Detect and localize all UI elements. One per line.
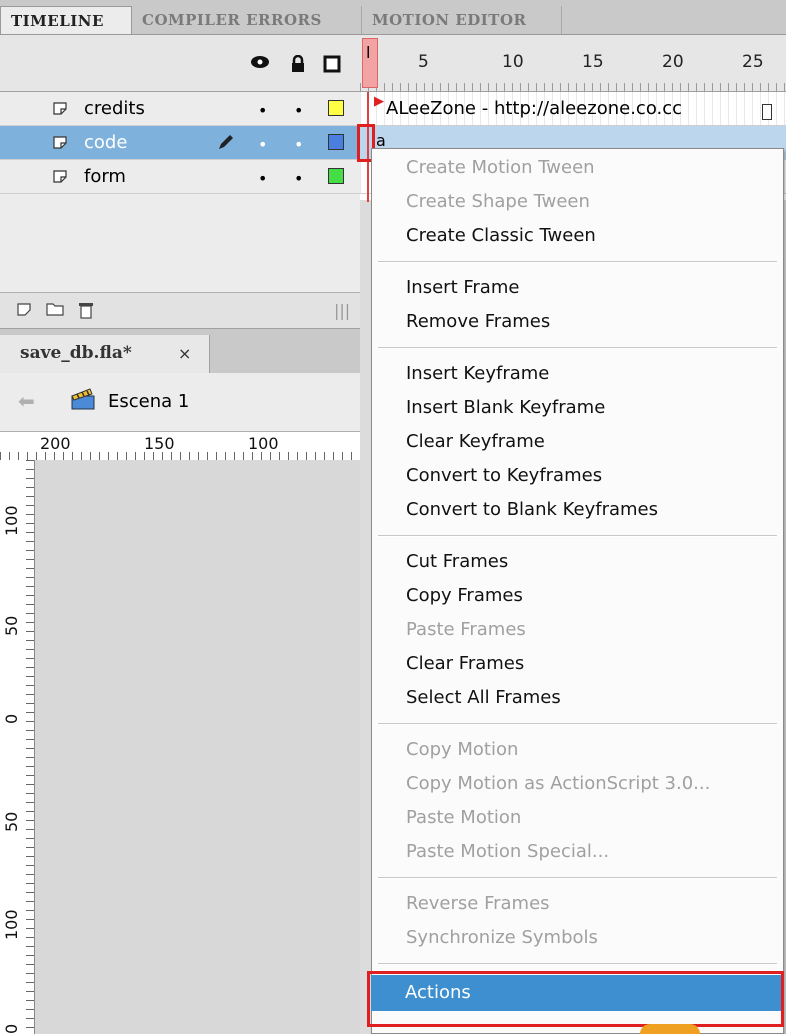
visibility-dot[interactable]: • — [258, 169, 267, 188]
ruler-number: 50 — [2, 615, 21, 636]
document-tab-label: save_db.fla* — [20, 343, 132, 363]
layer-row-form[interactable]: form • • — [0, 160, 360, 194]
menu-item-synchronize-symbols: Synchronize Symbols — [406, 927, 598, 948]
trash-icon[interactable] — [78, 301, 94, 323]
ruler-number: 50 — [2, 811, 21, 832]
ruler-ticks — [26, 460, 34, 1034]
menu-separator — [378, 347, 777, 349]
layer-icon — [52, 100, 68, 116]
layer-header — [0, 35, 360, 92]
new-layer-icon[interactable] — [16, 301, 32, 321]
frame-number: 20 — [662, 52, 684, 72]
visibility-dot[interactable]: • — [258, 101, 267, 120]
frame-number: 10 — [502, 52, 524, 72]
outline-color-swatch[interactable] — [328, 100, 344, 116]
menu-separator — [378, 261, 777, 263]
annotation-highlight-box — [367, 971, 784, 1027]
new-folder-icon[interactable] — [46, 301, 64, 321]
back-arrow-icon[interactable]: ⬅ — [18, 389, 35, 413]
visibility-dot[interactable]: • — [258, 135, 267, 154]
lock-icon[interactable] — [288, 54, 308, 73]
menu-item-insert-keyframe[interactable]: Insert Keyframe — [372, 357, 783, 391]
menu-item-remove-frames[interactable]: Remove Frames — [372, 305, 783, 339]
menu-item-create-classic-tween[interactable]: Create Classic Tween — [372, 219, 783, 253]
ruler-number: 0 — [2, 713, 21, 724]
menu-item-clear-frames[interactable]: Clear Frames — [372, 647, 783, 681]
ruler-ticks — [0, 452, 360, 460]
menu-item-paste-motion-special: Paste Motion Special... — [406, 841, 610, 862]
menu-item-paste-frames: Paste Frames — [406, 619, 526, 640]
layer-name: credits — [84, 98, 145, 119]
menu-item-paste-motion: Paste Motion — [406, 807, 522, 828]
ruler-number: 0 — [2, 1023, 21, 1034]
layer-icon — [52, 134, 68, 150]
lock-dot[interactable]: • — [294, 101, 303, 120]
keyframe-flag-icon: ▶ — [374, 94, 384, 109]
menu-item-reverse-frames: Reverse Frames — [406, 893, 550, 914]
close-icon[interactable]: × — [178, 344, 191, 363]
document-tab-bar: save_db.fla* × — [0, 328, 360, 374]
resize-grip-icon[interactable]: ||| — [334, 301, 350, 320]
stage-canvas[interactable] — [35, 460, 360, 1034]
ruler-number: 200 — [40, 434, 71, 453]
layer-list: credits • • code • • form • • — [0, 92, 360, 292]
menu-item-copy-frames[interactable]: Copy Frames — [372, 579, 783, 613]
lock-dot[interactable]: • — [294, 169, 303, 188]
frame-ruler[interactable]: 5 10 15 20 25 — [360, 35, 786, 92]
frame-number: 5 — [418, 52, 429, 72]
menu-item-insert-blank-keyframe[interactable]: Insert Blank Keyframe — [372, 391, 783, 425]
layer-row-credits[interactable]: credits • • — [0, 92, 360, 126]
menu-separator — [378, 535, 777, 537]
scene-bar: ⬅ Escena 1 — [0, 373, 360, 432]
outline-color-swatch[interactable] — [328, 168, 344, 184]
menu-separator — [378, 877, 777, 879]
panel-tab-strip: TIMELINE COMPILER ERRORS MOTION EDITOR — [0, 0, 786, 35]
decorative-shape — [640, 1024, 700, 1034]
menu-item-create-motion-tween: Create Motion Tween — [406, 157, 595, 178]
menu-item-clear-keyframe[interactable]: Clear Keyframe — [372, 425, 783, 459]
menu-item-select-all-frames[interactable]: Select All Frames — [372, 681, 783, 715]
layer-icon — [52, 168, 68, 184]
ruler-ticks — [360, 83, 786, 91]
ruler-number: 100 — [2, 505, 21, 536]
menu-item-copy-motion-as-actionscript-3-0: Copy Motion as ActionScript 3.0... — [406, 773, 711, 794]
ruler-number: 150 — [144, 434, 175, 453]
tab-motion-editor[interactable]: MOTION EDITOR — [362, 6, 562, 34]
tab-compiler-errors[interactable]: COMPILER ERRORS — [132, 6, 362, 34]
menu-item-convert-to-blank-keyframes[interactable]: Convert to Blank Keyframes — [372, 493, 783, 527]
lock-dot[interactable]: • — [294, 135, 303, 154]
layer-toolbar: ||| — [0, 292, 360, 329]
outline-color-swatch[interactable] — [328, 134, 344, 150]
layer-name: code — [84, 132, 128, 153]
menu-item-create-shape-tween: Create Shape Tween — [406, 191, 590, 212]
ruler-number: 100 — [248, 434, 279, 453]
menu-item-copy-motion: Copy Motion — [406, 739, 519, 760]
menu-item-insert-frame[interactable]: Insert Frame — [372, 271, 783, 305]
ruler-number: 100 — [2, 909, 21, 940]
menu-separator — [378, 963, 777, 965]
document-tab[interactable]: save_db.fla* × — [0, 335, 210, 373]
eye-icon[interactable] — [250, 55, 270, 73]
scene-clapper-icon — [70, 387, 96, 411]
frame-number: 15 — [582, 52, 604, 72]
tab-timeline[interactable]: TIMELINE — [0, 6, 132, 34]
menu-item-cut-frames[interactable]: Cut Frames — [372, 545, 783, 579]
outline-icon[interactable] — [322, 55, 342, 73]
playhead-label: l — [366, 43, 371, 62]
vertical-ruler: 100 50 0 50 100 0 — [0, 460, 35, 1034]
menu-separator — [378, 723, 777, 725]
end-frame-marker — [762, 104, 772, 120]
frame-number: 25 — [742, 52, 764, 72]
frame-label: ALeeZone - http://aleezone.co.cc — [386, 98, 683, 119]
menu-item-convert-to-keyframes[interactable]: Convert to Keyframes — [372, 459, 783, 493]
layer-row-code[interactable]: code • • — [0, 126, 360, 160]
horizontal-ruler: 200 150 100 — [0, 432, 360, 461]
frame-row-credits[interactable]: ▶ ALeeZone - http://aleezone.co.cc — [360, 92, 786, 126]
layer-name: form — [84, 166, 126, 187]
pencil-icon — [216, 132, 236, 157]
context-menu: Create Motion Tween Create Shape Tween Cre… — [371, 148, 784, 1034]
playhead-handle[interactable]: l — [362, 38, 378, 88]
scene-label[interactable]: Escena 1 — [108, 391, 189, 412]
